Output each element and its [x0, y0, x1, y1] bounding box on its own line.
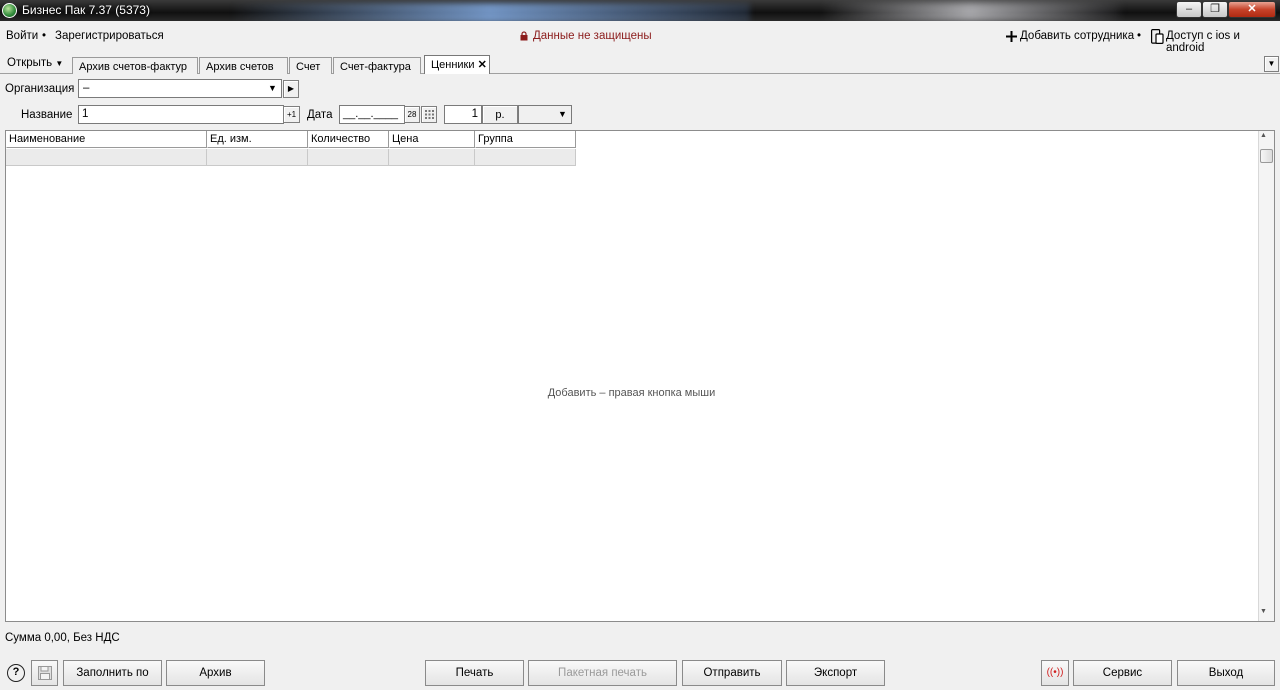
- help-icon[interactable]: ?: [7, 664, 25, 682]
- vertical-scrollbar[interactable]: ▲ ▼: [1258, 131, 1274, 621]
- save-button[interactable]: [31, 660, 58, 686]
- register-link[interactable]: Зарегистрироваться: [55, 30, 164, 42]
- table-cell[interactable]: [389, 149, 475, 166]
- name-value: 1: [82, 108, 89, 120]
- tab-list-dropdown-button[interactable]: ▼: [1264, 56, 1279, 72]
- copies-input[interactable]: 1: [444, 105, 482, 124]
- open-menu-label: Открыть: [7, 57, 53, 69]
- mobile-device-icon: [1151, 29, 1164, 44]
- close-window-button[interactable]: ✕: [1228, 1, 1276, 18]
- table-cell[interactable]: [308, 149, 389, 166]
- scrollbar-thumb[interactable]: [1260, 149, 1273, 163]
- titlebar-glow-2: [820, 2, 1120, 21]
- close-tab-icon[interactable]: ✕: [478, 59, 487, 71]
- name-label: Название: [21, 109, 73, 121]
- increment-button[interactable]: +1: [283, 106, 300, 123]
- maximize-button[interactable]: ❐: [1202, 1, 1228, 18]
- window-titlebar[interactable]: [0, 0, 1280, 21]
- batch-print-button[interactable]: Пакетная печать: [528, 660, 677, 686]
- date-input[interactable]: __.__.____: [339, 105, 405, 124]
- export-button[interactable]: Экспорт: [786, 660, 885, 686]
- date-picker-button[interactable]: 28: [404, 106, 420, 123]
- organization-value: –: [83, 82, 90, 94]
- tab-bill-archive[interactable]: Архив счетов: [199, 57, 288, 74]
- table-cell[interactable]: [475, 149, 576, 166]
- table-cell[interactable]: [207, 149, 308, 166]
- lock-icon: [520, 31, 528, 41]
- titlebar-glow: [230, 3, 750, 21]
- arrow-right-icon: ▶: [287, 84, 295, 93]
- column-header-price[interactable]: Цена: [389, 131, 475, 148]
- tab-invoice-archive[interactable]: Архив счетов-фактур: [72, 57, 198, 74]
- column-header-quantity[interactable]: Количество: [308, 131, 389, 148]
- chevron-down-icon: ▼: [558, 109, 567, 119]
- tab-price-tags[interactable]: Ценники ✕: [424, 55, 490, 74]
- date-value: __.__.____: [343, 108, 399, 120]
- table-cell[interactable]: [6, 149, 207, 166]
- window-title: Бизнес Пак 7.37 (5373): [22, 3, 150, 17]
- calendar-icon: [424, 110, 434, 119]
- security-warning[interactable]: Данные не защищены: [533, 30, 652, 42]
- table-row[interactable]: [6, 149, 576, 167]
- currency-select[interactable]: ▼: [518, 105, 572, 124]
- empty-table-hint: Добавить – правая кнопка мыши: [547, 387, 716, 399]
- floppy-disk-icon: [37, 666, 52, 680]
- minimize-button[interactable]: ‒: [1176, 1, 1202, 18]
- chevron-down-icon: ▼: [268, 83, 277, 93]
- organization-label: Организация: [5, 83, 75, 95]
- tab-invoice[interactable]: Счет-фактура: [333, 57, 421, 74]
- exit-button[interactable]: Выход: [1177, 660, 1275, 686]
- login-link[interactable]: Войти: [6, 30, 38, 42]
- chevron-down-icon: ▼: [1267, 59, 1276, 68]
- archive-button[interactable]: Архив: [166, 660, 265, 686]
- scroll-down-icon[interactable]: ▼: [1260, 608, 1267, 615]
- calendar-grid-button[interactable]: [421, 106, 437, 123]
- column-header-group[interactable]: Группа: [475, 131, 576, 148]
- separator-dot: •: [42, 30, 47, 42]
- app-logo-icon: [2, 3, 17, 18]
- open-menu-button[interactable]: Открыть ▼: [7, 57, 63, 69]
- items-grid[interactable]: [5, 130, 1275, 622]
- send-button[interactable]: Отправить: [682, 660, 782, 686]
- service-button[interactable]: Сервис: [1073, 660, 1172, 686]
- column-header-name[interactable]: Наименование: [6, 131, 207, 148]
- fill-by-button[interactable]: Заполнить по: [63, 660, 162, 686]
- scroll-up-icon[interactable]: ▲: [1260, 132, 1267, 139]
- print-button[interactable]: Печать: [425, 660, 524, 686]
- organization-open-button[interactable]: ▶: [283, 80, 299, 98]
- name-input[interactable]: 1: [78, 105, 284, 124]
- column-header-unit[interactable]: Ед. изм.: [207, 131, 308, 148]
- organization-select[interactable]: – ▼: [78, 79, 282, 98]
- tab-price-tags-label: Ценники: [431, 59, 475, 71]
- broadcast-icon[interactable]: ((•)): [1041, 660, 1069, 686]
- mobile-access-link[interactable]: Доступ с ios и android: [1166, 30, 1280, 54]
- date-label: Дата: [307, 109, 333, 121]
- tab-bill[interactable]: Счет: [289, 57, 332, 74]
- add-employee-link[interactable]: Добавить сотрудника: [1020, 30, 1134, 42]
- sum-status: Сумма 0,00, Без НДС: [5, 632, 120, 644]
- plus-icon: [1006, 31, 1017, 42]
- currency-label: р.: [482, 105, 518, 124]
- separator-dot-2: •: [1137, 30, 1142, 42]
- dropdown-arrow-icon: ▼: [55, 59, 64, 68]
